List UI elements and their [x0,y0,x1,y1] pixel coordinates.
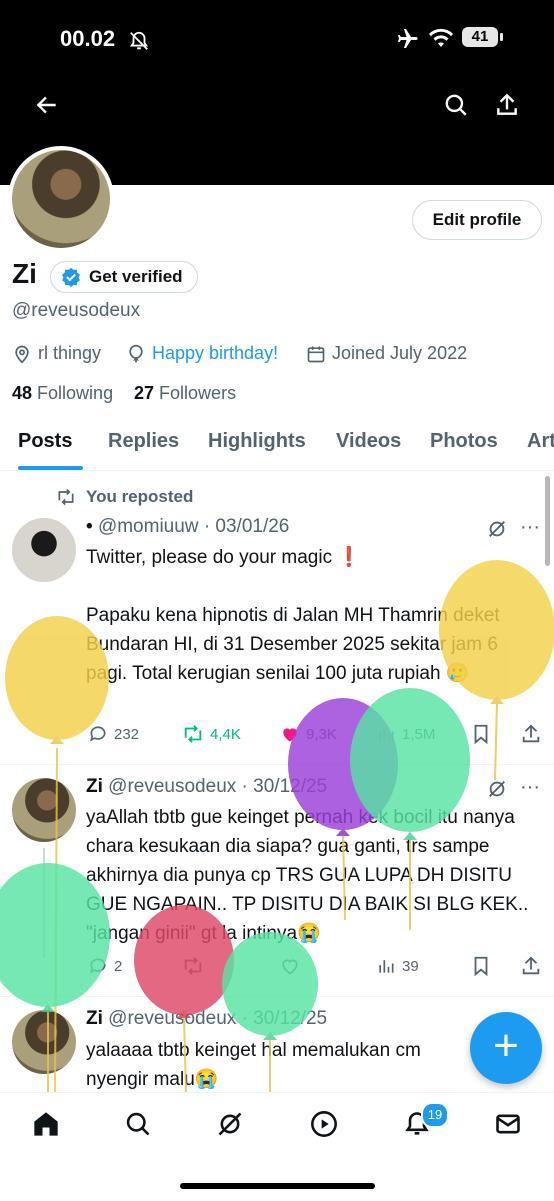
views-button[interactable]: 39 [376,956,419,976]
followers-count: 27 [134,383,155,403]
notifications-badge: 19 [421,1102,449,1128]
views-icon [379,728,394,741]
heart-icon [283,728,297,742]
battery-indicator: 41 [462,27,503,47]
divider [0,996,554,997]
repost-context: You reposted [56,487,193,507]
tab-highlights[interactable]: Highlights [208,430,306,453]
tweet-text: Twitter, please do your magic ❗ Papaku k… [86,547,500,684]
verified-badge-icon [62,267,80,287]
tweet-date: · 30/12/25 [241,1008,328,1029]
tweet-author-name[interactable]: Zi [86,776,103,797]
back-arrow-icon[interactable] [34,92,60,118]
tweet-handle[interactable]: @momiuuw [98,516,199,537]
following-count: 48 [12,383,33,403]
home-indicator [180,1183,375,1189]
grok-nav-icon[interactable] [216,1110,244,1138]
tweet-avatar[interactable] [12,778,76,842]
views-count: 1,5M [402,725,436,743]
thread-line [43,848,45,958]
reply-count: 232 [114,725,140,743]
get-verified-button[interactable]: Get verified [50,261,198,293]
profile-name: Zi [12,258,37,289]
messages-envelope-icon[interactable] [494,1110,522,1138]
repost-context-text: You reposted [86,487,194,506]
profile-tabs: Posts Replies Highlights Videos Photos A… [0,420,554,471]
tab-posts[interactable]: Posts [18,430,72,453]
profile-avatar[interactable] [8,146,114,252]
video-play-icon[interactable] [310,1110,338,1138]
tweet-date: · 30/12/25 [241,776,328,797]
birthday-text: Happy birthday! [152,343,279,363]
tab-articles[interactable]: Art [527,430,554,453]
views-icon [379,960,394,973]
share-post-icon[interactable] [520,955,542,977]
repost-count: 4,4K [210,725,241,743]
tweet-avatar[interactable] [12,1010,76,1074]
tweet-dot: • [86,516,93,537]
reply-button[interactable]: 2 [88,956,122,976]
tweet-author-name[interactable]: Zi [86,1008,103,1029]
location-pin-icon [15,345,29,364]
share-icon[interactable] [494,92,520,118]
repost-button[interactable]: 4,4K [182,724,241,744]
reply-icon [90,958,106,974]
bookmark-icon[interactable] [470,955,492,977]
explore-search-icon[interactable] [124,1110,152,1138]
like-button[interactable]: 9,3K [280,724,337,744]
balloon-icon [129,344,143,362]
tweet-header: Zi @reveusodeux · 30/12/25 [86,1008,327,1030]
following-link[interactable]: 48 Following [12,383,113,404]
tweet-text: yalaaaa tbtb keinget hal memalukan cm ny… [86,1040,427,1090]
profile-birthday[interactable]: Happy birthday! [126,343,278,364]
tweet-header: • @momiuuw · 03/01/26 [86,516,289,538]
more-options-icon[interactable]: ··· [520,516,540,539]
grok-icon[interactable] [486,778,508,800]
views-button[interactable]: 1,5M [376,724,435,744]
tweet-date: · 03/01/26 [203,516,290,537]
repost-icon [184,725,202,743]
get-verified-label: Get verified [89,267,183,286]
repost-icon[interactable] [182,956,204,976]
search-icon[interactable] [443,92,469,118]
tweet-handle[interactable]: @reveusodeux [108,776,236,797]
reply-icon [90,726,106,742]
views-count: 39 [402,957,419,975]
scrollbar[interactable] [545,476,550,566]
active-tab-indicator [18,466,83,470]
wifi-icon [429,28,453,47]
followers-link[interactable]: 27 Followers [134,383,236,404]
following-label: Following [37,383,114,403]
joined-text: Joined July 2022 [332,343,468,363]
like-count: 9,3K [306,725,337,743]
bookmark-icon[interactable] [470,723,492,745]
more-options-icon[interactable]: ··· [520,776,540,799]
grok-icon[interactable] [486,518,508,540]
tweet-text: yaAllah tbtb gue keinget pernah kek boci… [86,807,534,944]
share-post-icon[interactable] [520,723,542,745]
compose-post-button[interactable]: + [470,1012,542,1084]
profile-handle: @reveusodeux [12,300,141,321]
profile-joined: Joined July 2022 [306,343,467,364]
divider [0,764,554,765]
tab-videos[interactable]: Videos [336,430,401,453]
tweet-header: Zi @reveusodeux · 30/12/25 [86,776,327,798]
edit-profile-button[interactable]: Edit profile [412,200,542,240]
reply-button[interactable]: 232 [88,724,139,744]
tweet-handle[interactable]: @reveusodeux [108,1008,236,1029]
followers-label: Followers [159,383,237,403]
tab-photos[interactable]: Photos [430,430,498,453]
bell-slash-icon [129,31,149,50]
status-time: 00.02 [60,26,116,51]
heart-outline-icon[interactable] [280,956,300,976]
home-icon[interactable] [32,1110,60,1138]
tab-replies[interactable]: Replies [108,430,179,453]
reply-count: 2 [114,957,123,975]
location-text: rl thingy [38,343,102,363]
calendar-icon [307,346,325,362]
tweet-avatar[interactable] [12,518,76,582]
airplane-icon [398,29,418,48]
profile-location: rl thingy [12,343,101,364]
repost-small-icon [58,488,74,506]
